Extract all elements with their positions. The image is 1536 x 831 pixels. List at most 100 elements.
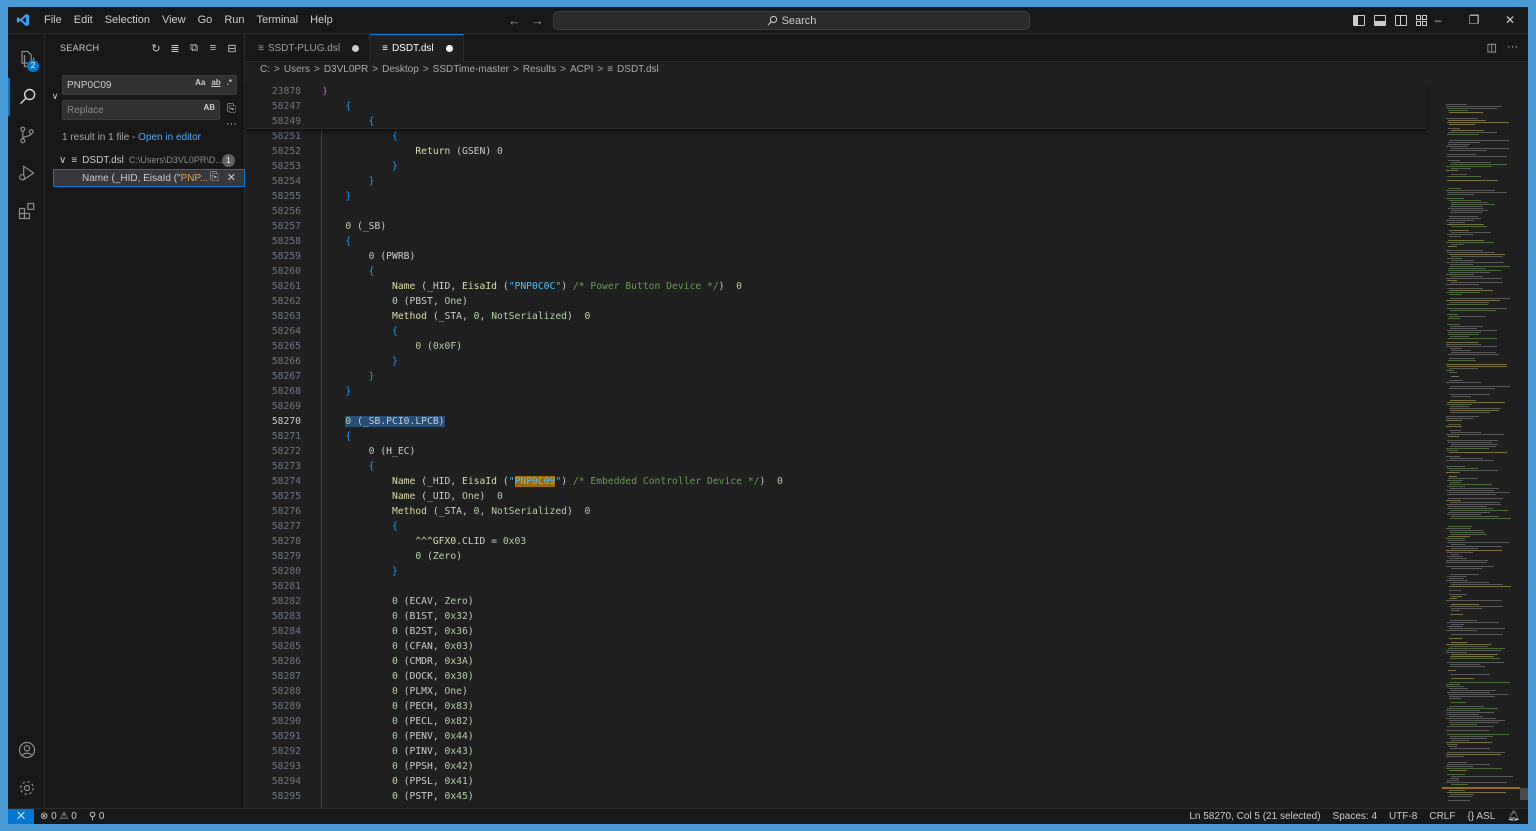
menu-help[interactable]: Help: [304, 7, 339, 34]
menu-edit[interactable]: Edit: [68, 7, 99, 34]
match-case-toggle[interactable]: Aa: [195, 78, 205, 87]
breadcrumb-item[interactable]: C:: [260, 64, 270, 75]
code-line[interactable]: 58252 Return (GSEN) 0: [246, 144, 1426, 159]
dismiss-match-icon[interactable]: ✕: [227, 171, 236, 184]
code-line[interactable]: 58281: [246, 579, 1426, 594]
code-line[interactable]: 58259 0 (PWRB): [246, 249, 1426, 264]
restore-button[interactable]: ❐: [1456, 7, 1492, 34]
cursor-position-status[interactable]: Ln 58270, Col 5 (21 selected): [1189, 809, 1320, 824]
code-line[interactable]: 58286 0 (CMDR, 0x3A): [246, 654, 1426, 669]
search-view-icon[interactable]: [8, 78, 45, 116]
code-line[interactable]: 58295 0 (PSTP, 0x45): [246, 789, 1426, 804]
menu-run[interactable]: Run: [218, 7, 250, 34]
ports-status[interactable]: ⚲ 0: [89, 809, 105, 824]
code-line[interactable]: 58275 Name (_UID, One) 0: [246, 489, 1426, 504]
menu-file[interactable]: File: [38, 7, 68, 34]
source-control-icon[interactable]: [8, 116, 45, 154]
code-line[interactable]: 58274 Name (_HID, EisaId ("PNP0C09") /* …: [246, 474, 1426, 489]
code-line[interactable]: 58279 0 (Zero): [246, 549, 1426, 564]
code-line[interactable]: 58258 {: [246, 234, 1426, 249]
remote-indicator-icon[interactable]: ⨉: [8, 809, 34, 824]
code-line[interactable]: 58266 }: [246, 354, 1426, 369]
refresh-icon[interactable]: ↻: [150, 41, 162, 55]
code-editor[interactable]: 23878) 58247 {58249 { 58251 {58252 Return…: [246, 84, 1426, 808]
toggle-primary-sidebar-icon[interactable]: [1353, 15, 1365, 26]
breadcrumb-item[interactable]: SSDTime-master: [433, 64, 509, 75]
code-line[interactable]: 58287 0 (DOCK, 0x30): [246, 669, 1426, 684]
extensions-icon[interactable]: [8, 192, 45, 230]
collapse-all-icon[interactable]: ⊟: [226, 41, 238, 55]
breadcrumb-item[interactable]: Desktop: [382, 64, 419, 75]
code-line[interactable]: 58285 0 (CFAN, 0x03): [246, 639, 1426, 654]
code-line[interactable]: 58261 Name (_HID, EisaId ("PNP0C0C") /* …: [246, 279, 1426, 294]
result-file-row[interactable]: ∨ ≡ DSDT.dsl C:\Users\D3VL0PR\D... 1: [45, 151, 245, 169]
command-center-search[interactable]: Search: [553, 11, 1030, 30]
run-debug-icon[interactable]: [8, 154, 45, 192]
sticky-line[interactable]: 58249 {: [246, 114, 1426, 129]
minimize-button[interactable]: –: [1420, 7, 1456, 34]
breadcrumb-item[interactable]: ACPI: [570, 64, 593, 75]
code-line[interactable]: 58256: [246, 204, 1426, 219]
tab-ssdt-plug[interactable]: ≡ SSDT-PLUG.dsl: [246, 34, 370, 62]
sticky-scroll[interactable]: 23878) 58247 {58249 {: [246, 84, 1426, 129]
new-search-editor-icon[interactable]: ⧉: [188, 41, 200, 55]
close-window-button[interactable]: ✕: [1492, 7, 1528, 34]
code-line[interactable]: 58278 ^^^GFX0.CLID = 0x03: [246, 534, 1426, 549]
breadcrumb-item[interactable]: Users: [284, 64, 310, 75]
code-line[interactable]: 58265 0 (0x0F): [246, 339, 1426, 354]
vertical-scrollbar[interactable]: [1520, 84, 1528, 808]
scrollbar-thumb[interactable]: [1520, 788, 1528, 800]
code-line[interactable]: 58264 {: [246, 324, 1426, 339]
code-line[interactable]: 58277 {: [246, 519, 1426, 534]
replace-input[interactable]: Replace AB: [62, 100, 220, 120]
settings-gear-icon[interactable]: [8, 769, 45, 807]
code-line[interactable]: 58293 0 (PPSH, 0x42): [246, 759, 1426, 774]
code-line[interactable]: 58283 0 (B1ST, 0x32): [246, 609, 1426, 624]
problems-status[interactable]: ⊗ 0 ⚠ 0: [40, 809, 77, 824]
menu-go[interactable]: Go: [192, 7, 219, 34]
code-line[interactable]: 58288 0 (PLMX, One): [246, 684, 1426, 699]
code-line[interactable]: 58254 }: [246, 174, 1426, 189]
search-input[interactable]: PNP0C09 Aa ab .*: [62, 75, 237, 95]
toggle-search-details-icon[interactable]: ···: [226, 118, 237, 130]
forward-arrow-icon[interactable]: →: [531, 13, 544, 28]
menu-selection[interactable]: Selection: [99, 7, 156, 34]
code-line[interactable]: 58276 Method (_STA, 0, NotSerialized) 0: [246, 504, 1426, 519]
indentation-status[interactable]: Spaces: 4: [1333, 809, 1377, 824]
toggle-panel-icon[interactable]: [1374, 15, 1386, 26]
more-actions-icon[interactable]: ···: [1507, 41, 1518, 54]
breadcrumb-item[interactable]: DSDT.dsl: [617, 64, 659, 75]
accounts-icon[interactable]: [8, 731, 45, 769]
unsaved-dot-icon[interactable]: [352, 45, 359, 52]
tab-dsdt[interactable]: ≡ DSDT.dsl: [370, 34, 464, 62]
menu-terminal[interactable]: Terminal: [251, 7, 305, 34]
result-match-row[interactable]: Name (_HID, EisaId (" PNP... ⎘ ✕: [53, 169, 245, 187]
code-line[interactable]: 58282 0 (ECAV, Zero): [246, 594, 1426, 609]
code-line[interactable]: 58267 }: [246, 369, 1426, 384]
code-line[interactable]: 58273 {: [246, 459, 1426, 474]
explorer-icon[interactable]: 2: [8, 40, 45, 78]
code-line[interactable]: 58262 0 (PBST, One): [246, 294, 1426, 309]
unsaved-dot-icon[interactable]: [446, 45, 453, 52]
code-line[interactable]: 58263 Method (_STA, 0, NotSerialized) 0: [246, 309, 1426, 324]
sticky-line[interactable]: 23878): [246, 84, 1426, 99]
view-as-tree-icon[interactable]: ≡: [207, 41, 219, 55]
replace-all-icon[interactable]: ⎘: [227, 103, 236, 116]
breadcrumb-item[interactable]: Results: [523, 64, 556, 75]
menu-view[interactable]: View: [156, 7, 192, 34]
sticky-line[interactable]: 58247 {: [246, 99, 1426, 114]
code-line[interactable]: 58270 0 (_SB.PCI0.LPCB): [246, 414, 1426, 429]
replace-match-icon[interactable]: ⎘: [210, 171, 219, 184]
code-line[interactable]: 58269: [246, 399, 1426, 414]
clear-results-icon[interactable]: ≣: [169, 41, 181, 55]
preserve-case-toggle[interactable]: AB: [203, 103, 215, 112]
toggle-replace-chevron-icon[interactable]: ∨: [49, 68, 61, 118]
breadcrumb-item[interactable]: D3VL0PR: [324, 64, 368, 75]
code-line[interactable]: 58271 {: [246, 429, 1426, 444]
back-arrow-icon[interactable]: ←: [508, 13, 521, 28]
code-line[interactable]: 58292 0 (PINV, 0x43): [246, 744, 1426, 759]
use-regex-toggle[interactable]: .*: [227, 78, 232, 87]
language-mode-status[interactable]: {} ASL: [1467, 809, 1495, 824]
encoding-status[interactable]: UTF-8: [1389, 809, 1417, 824]
code-line[interactable]: 58284 0 (B2ST, 0x36): [246, 624, 1426, 639]
